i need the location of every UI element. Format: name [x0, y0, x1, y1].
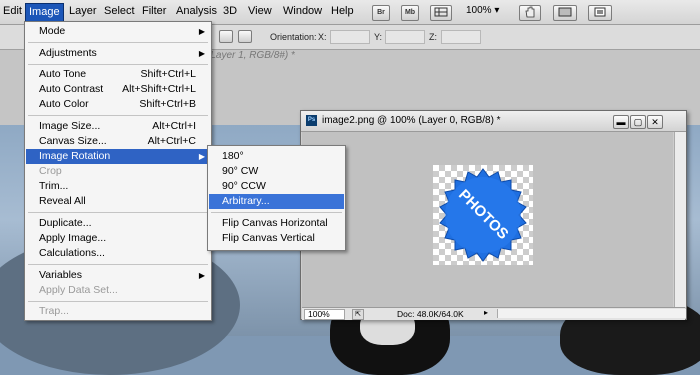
horizontal-scrollbar[interactable] [497, 309, 686, 318]
hand-tool-icon[interactable] [519, 5, 541, 21]
menu-item-adjustments[interactable]: Adjustments ▶ [26, 46, 210, 61]
menu-item-duplicate[interactable]: Duplicate... [26, 216, 210, 231]
status-zoom-field[interactable]: 100% [304, 309, 345, 320]
x-field[interactable] [330, 30, 370, 44]
menu-item-image-rotation[interactable]: Image Rotation ▶ [26, 149, 210, 164]
zoom-value: 100% [466, 5, 492, 16]
status-menu-arrow-icon[interactable]: ▸ [484, 308, 488, 317]
menu-item-image-size[interactable]: Image Size... Alt+Ctrl+I [26, 119, 210, 134]
menu-item-auto-tone[interactable]: Auto Tone Shift+Ctrl+L [26, 67, 210, 82]
menu-view[interactable]: View [245, 3, 275, 20]
export-icon[interactable]: ⇱ [352, 309, 364, 320]
submenu-arrow-icon: ▶ [198, 49, 205, 58]
menu-item-auto-color[interactable]: Auto Color Shift+Ctrl+B [26, 97, 210, 112]
z-label: Z: [429, 32, 437, 42]
image-window-statusbar: 100% ⇱ Doc: 48.0K/64.0K ▸ [302, 307, 686, 320]
vertical-scrollbar[interactable] [674, 132, 686, 307]
submenu-item-arbitrary[interactable]: Arbitrary... [209, 194, 344, 209]
zoom-level[interactable]: 100% ▾ [466, 5, 499, 16]
minimize-button[interactable]: ▬ [613, 115, 629, 129]
menu-image[interactable]: Image [25, 3, 64, 22]
image-window-titlebar[interactable]: Ps image2.png @ 100% (Layer 0, RGB/8) * … [301, 111, 686, 132]
menu-item-auto-contrast[interactable]: Auto Contrast Alt+Shift+Ctrl+L [26, 82, 210, 97]
y-label: Y: [374, 32, 383, 42]
menu-item-crop: Crop [39, 165, 62, 177]
submenu-arrow-icon: ▶ [198, 152, 205, 161]
layout-icon [558, 7, 572, 17]
menu-edit[interactable]: Edit [0, 3, 25, 20]
camera-icon[interactable] [238, 30, 252, 43]
orientation-label: Orientation: [270, 32, 317, 42]
photoshop-icon: Ps [306, 115, 317, 126]
menu-item-canvas-size[interactable]: Canvas Size... Alt+Ctrl+C [26, 134, 210, 149]
submenu-item-flip-horizontal[interactable]: Flip Canvas Horizontal [209, 216, 344, 231]
maximize-button[interactable]: ▢ [630, 115, 646, 129]
menu-select[interactable]: Select [101, 3, 138, 20]
screen-mode-icon[interactable] [588, 5, 612, 21]
submenu-arrow-icon: ▶ [198, 271, 205, 280]
document-size: Doc: 48.0K/64.0K [397, 309, 464, 319]
x-label: X: [318, 32, 327, 42]
background-document-tab[interactable]: (Layer 1, RGB/8#) * [207, 50, 295, 61]
menu-window[interactable]: Window [280, 3, 325, 20]
menu-item-variables[interactable]: Variables ▶ [26, 268, 210, 283]
bridge-button[interactable]: Br [372, 5, 390, 21]
menu-help[interactable]: Help [328, 3, 357, 20]
menu-item-apply-image[interactable]: Apply Image... [26, 231, 210, 246]
photos-badge: PHOTOS [439, 168, 527, 262]
view-extras-icon[interactable] [430, 5, 452, 21]
menu-3d[interactable]: 3D [220, 3, 240, 20]
menu-filter[interactable]: Filter [139, 3, 169, 20]
arrange-documents-icon[interactable] [553, 5, 577, 21]
menu-item-apply-data-set: Apply Data Set... [39, 284, 118, 296]
chevron-down-icon: ▾ [494, 5, 500, 16]
mini-bridge-button[interactable]: Mb [401, 5, 419, 21]
hand-icon [525, 6, 535, 18]
close-button[interactable]: ✕ [647, 115, 663, 129]
image-window-title: image2.png @ 100% (Layer 0, RGB/8) * [322, 115, 501, 126]
menu-item-trim[interactable]: Trim... [26, 179, 210, 194]
submenu-item-flip-vertical[interactable]: Flip Canvas Vertical [209, 231, 344, 246]
submenu-item-90-ccw[interactable]: 90° CCW [209, 179, 344, 194]
z-field[interactable] [441, 30, 481, 44]
submenu-item-90-cw[interactable]: 90° CW [209, 164, 344, 179]
transparent-canvas: PHOTOS [433, 165, 533, 265]
image-menu: Mode ▶ Adjustments ▶ Auto Tone Shift+Ctrl+L… [24, 21, 212, 321]
grid-icon [434, 7, 448, 17]
submenu-arrow-icon: ▶ [198, 27, 205, 36]
menu-item-reveal-all[interactable]: Reveal All [26, 194, 210, 209]
menu-item-trap: Trap... [39, 305, 69, 317]
menu-layer[interactable]: Layer [66, 3, 100, 20]
menu-analysis[interactable]: Analysis [173, 3, 220, 20]
submenu-item-180[interactable]: 180° [209, 149, 344, 164]
menu-item-calculations[interactable]: Calculations... [26, 246, 210, 261]
save-icon[interactable] [219, 30, 233, 43]
y-field[interactable] [385, 30, 425, 44]
screen-icon [594, 7, 606, 17]
menu-item-mode[interactable]: Mode ▶ [26, 24, 210, 39]
image-rotation-submenu: 180° 90° CW 90° CCW Arbitrary... Flip Ca… [207, 145, 346, 251]
